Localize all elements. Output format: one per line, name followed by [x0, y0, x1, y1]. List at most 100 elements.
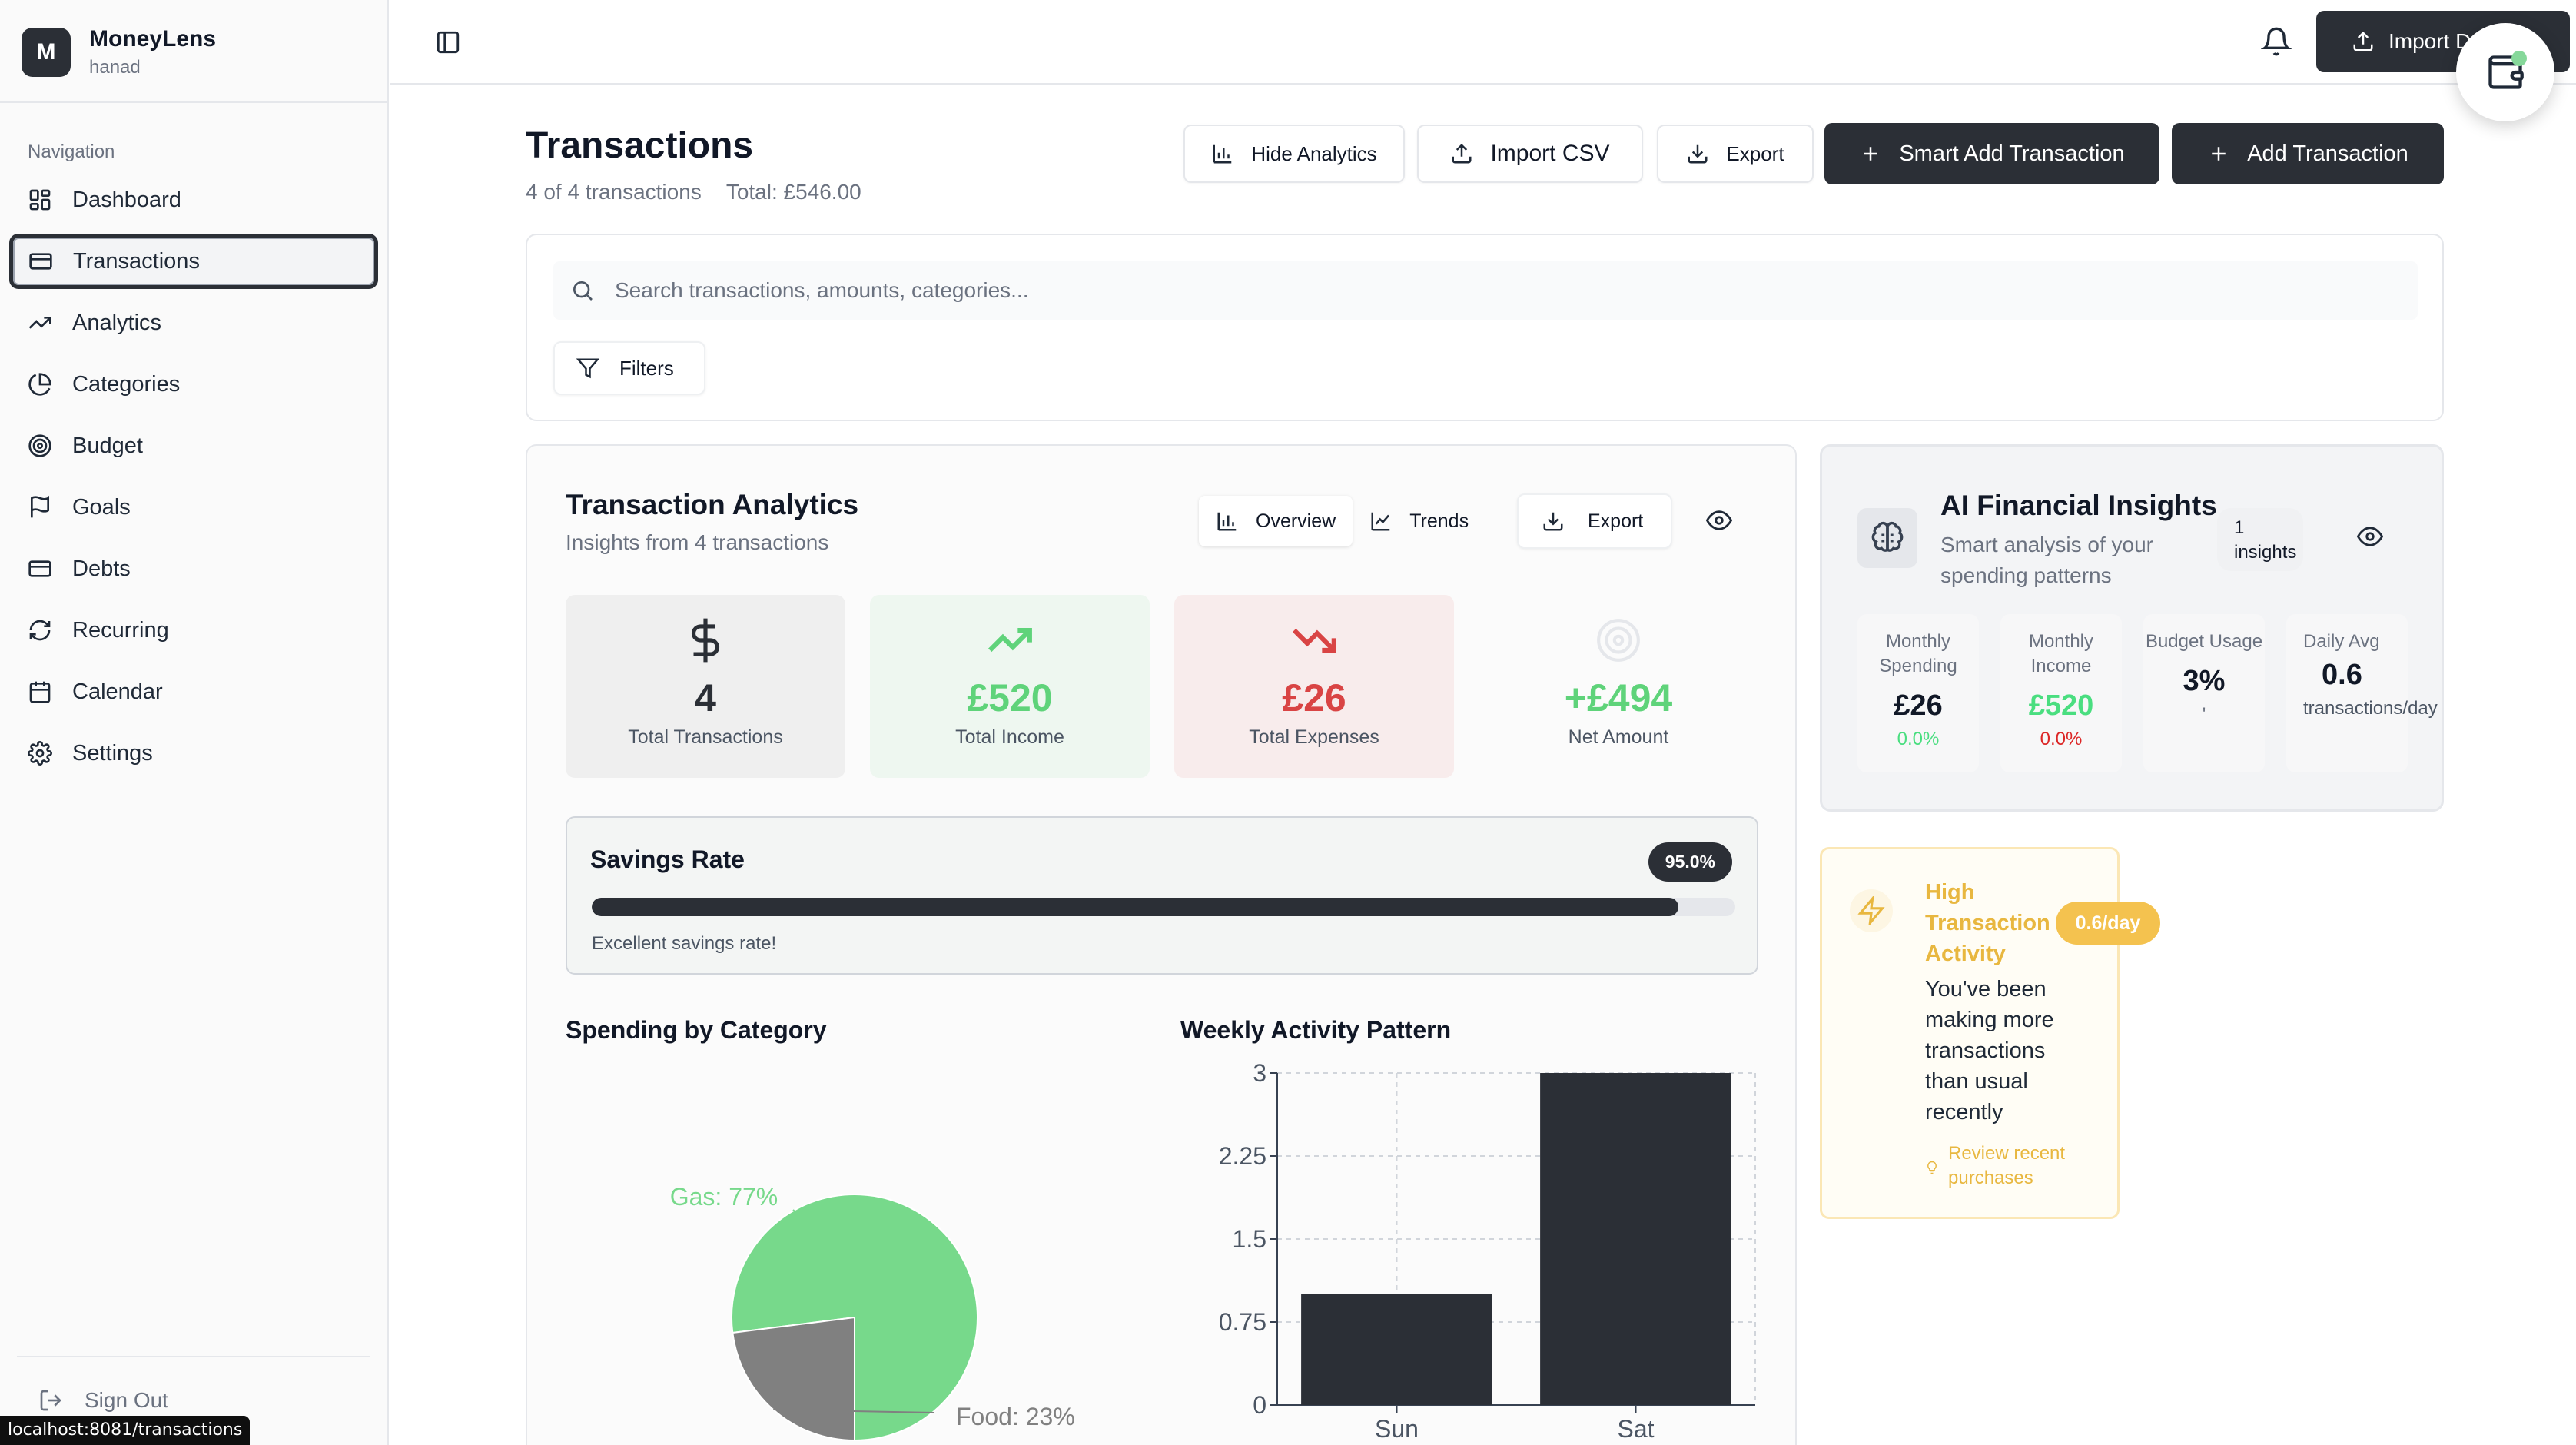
- metric-value: £520: [2028, 689, 2094, 722]
- metric-value: 0.6: [2322, 659, 2362, 691]
- savings-progress-fill: [592, 898, 1678, 916]
- stat-label: Total Income: [955, 726, 1064, 748]
- metric-change: ': [2202, 704, 2206, 725]
- app-root: M MoneyLens hanad Navigation Dashboard T…: [0, 0, 2576, 1445]
- trending-up-icon: [988, 627, 1032, 653]
- export-label: Export: [1726, 141, 1784, 165]
- sidebar-item-calendar[interactable]: Calendar: [9, 664, 378, 719]
- import-csv-button[interactable]: Import CSV: [1417, 125, 1643, 183]
- eye-icon[interactable]: [1706, 507, 1732, 533]
- metric-label: Monthly Income: [2028, 631, 2094, 676]
- wallet-floating-button[interactable]: [2456, 23, 2554, 121]
- sidebar-item-recurring[interactable]: Recurring: [9, 603, 378, 658]
- y-tick-label: 0.75: [1219, 1308, 1266, 1336]
- export-button[interactable]: Export: [1657, 125, 1814, 183]
- analytics-export-button[interactable]: Export: [1517, 493, 1672, 549]
- flag-icon: [31, 495, 49, 518]
- review-purchases-link[interactable]: Review recent purchases: [1925, 1141, 2086, 1191]
- search-icon: [573, 281, 593, 301]
- insights-title: AI Financial Insights: [1940, 490, 2217, 521]
- y-tick-label: 3: [1253, 1059, 1266, 1087]
- brand-logo: M: [22, 28, 71, 77]
- sidebar-divider: [0, 101, 389, 103]
- log-out-icon: [40, 1390, 61, 1411]
- sidebar-item-goals[interactable]: Goals: [9, 480, 378, 535]
- gear-icon: [28, 741, 52, 766]
- refresh-icon: [29, 620, 51, 641]
- transaction-count: 4 of 4 transactions: [526, 180, 702, 204]
- high-activity-insight-card: High Transaction Activity 0.6/day You've…: [1820, 847, 2160, 1219]
- bell-icon[interactable]: [2261, 26, 2292, 57]
- tab-overview[interactable]: Overview: [1199, 496, 1353, 546]
- transaction-total: Total: £546.00: [725, 180, 861, 204]
- notification-dot: [2511, 51, 2527, 66]
- sidebar-item-dashboard[interactable]: Dashboard: [9, 172, 378, 228]
- sidebar-item-settings[interactable]: Settings: [9, 726, 378, 781]
- savings-badge: 95.0%: [1648, 842, 1732, 882]
- sidebar-item-debts[interactable]: Debts: [9, 541, 378, 596]
- savings-progress-track: [592, 898, 1735, 916]
- sidebar-item-label: Calendar: [72, 679, 163, 704]
- bar-chart-icon: [1217, 512, 1237, 531]
- insights-count-badge: 1 insights: [2217, 508, 2303, 571]
- activity-title: High Transaction Activity: [1925, 880, 2050, 966]
- filters-label: Filters: [619, 356, 674, 380]
- dashboard-icon: [29, 189, 51, 211]
- search-filter-card: Filters: [526, 234, 2444, 421]
- sign-out-button[interactable]: Sign Out: [38, 1388, 168, 1413]
- stat-value: £26: [1282, 676, 1346, 719]
- sidebar: M MoneyLens hanad Navigation Dashboard T…: [0, 0, 389, 1445]
- metric-monthly-income: Monthly Income £520 0.0%: [2000, 614, 2122, 772]
- metric-change: 0.0%: [2040, 729, 2083, 749]
- search-input[interactable]: [615, 278, 2382, 303]
- stat-label: Total Expenses: [1249, 726, 1379, 748]
- sidebar-item-budget[interactable]: Budget: [9, 418, 378, 473]
- credit-card-icon: [28, 560, 51, 577]
- upload-icon: [1452, 143, 1472, 164]
- plus-icon: [2212, 147, 2226, 161]
- smart-add-label: Smart Add Transaction: [1899, 141, 2125, 166]
- page-summary: 4 of 4 transactions Total: £546.00: [526, 180, 861, 204]
- stat-net-amount: +£494 Net Amount: [1479, 595, 1758, 778]
- plus-icon: [1864, 147, 1878, 161]
- brand[interactable]: M MoneyLens hanad: [22, 26, 216, 78]
- target-icon: [1597, 619, 1640, 662]
- filter-icon: [576, 358, 599, 379]
- bar-sun: [1301, 1294, 1492, 1405]
- status-url: localhost:8081/transactions: [0, 1416, 251, 1445]
- eye-icon[interactable]: [2357, 523, 2383, 550]
- search-box[interactable]: [553, 261, 2418, 320]
- sign-out-label: Sign Out: [85, 1388, 168, 1412]
- sidebar-item-label: Analytics: [72, 310, 162, 335]
- y-tick-label: 2.25: [1219, 1142, 1266, 1170]
- hide-analytics-button[interactable]: Hide Analytics: [1183, 125, 1405, 183]
- metric-budget-usage: Budget Usage 3% ': [2143, 614, 2265, 772]
- smart-add-transaction-button[interactable]: Smart Add Transaction: [1824, 123, 2159, 184]
- line-chart-icon: [1371, 512, 1390, 531]
- stat-label: Net Amount: [1568, 726, 1669, 748]
- sidebar-item-label: Debts: [72, 556, 131, 581]
- savings-note: Excellent savings rate!: [592, 933, 777, 954]
- trending-down-icon: [1292, 628, 1336, 653]
- sidebar-toggle-icon[interactable]: [435, 29, 461, 55]
- metric-daily-avg: Daily Avg 0.6 transactions/day: [2286, 614, 2438, 772]
- brain-icon-wrap: [1857, 508, 1917, 568]
- analytics-subtitle: Insights from 4 transactions: [566, 530, 829, 554]
- sidebar-item-analytics[interactable]: Analytics: [9, 295, 378, 350]
- sidebar-item-label: Recurring: [72, 617, 169, 643]
- add-transaction-button[interactable]: Add Transaction: [2172, 123, 2444, 184]
- upload-icon: [2353, 31, 2373, 51]
- metric-change: transactions/day: [2303, 698, 2438, 719]
- zap-icon-wrap: [1850, 889, 1893, 932]
- spending-pie-chart: Gas: 77% Food: 23%: [670, 1183, 1075, 1442]
- sidebar-item-transactions[interactable]: Transactions: [9, 234, 378, 289]
- analytics-export-label: Export: [1588, 510, 1644, 532]
- sidebar-item-categories[interactable]: Categories: [9, 357, 378, 412]
- tab-trends[interactable]: Trends: [1353, 496, 1486, 546]
- filters-button[interactable]: Filters: [553, 341, 705, 395]
- target-icon: [28, 434, 51, 457]
- trending-up-icon: [28, 317, 51, 329]
- stat-total-expenses: £26 Total Expenses: [1174, 595, 1454, 778]
- metric-label: Monthly Spending: [1879, 631, 1957, 676]
- sidebar-item-label: Budget: [72, 433, 143, 458]
